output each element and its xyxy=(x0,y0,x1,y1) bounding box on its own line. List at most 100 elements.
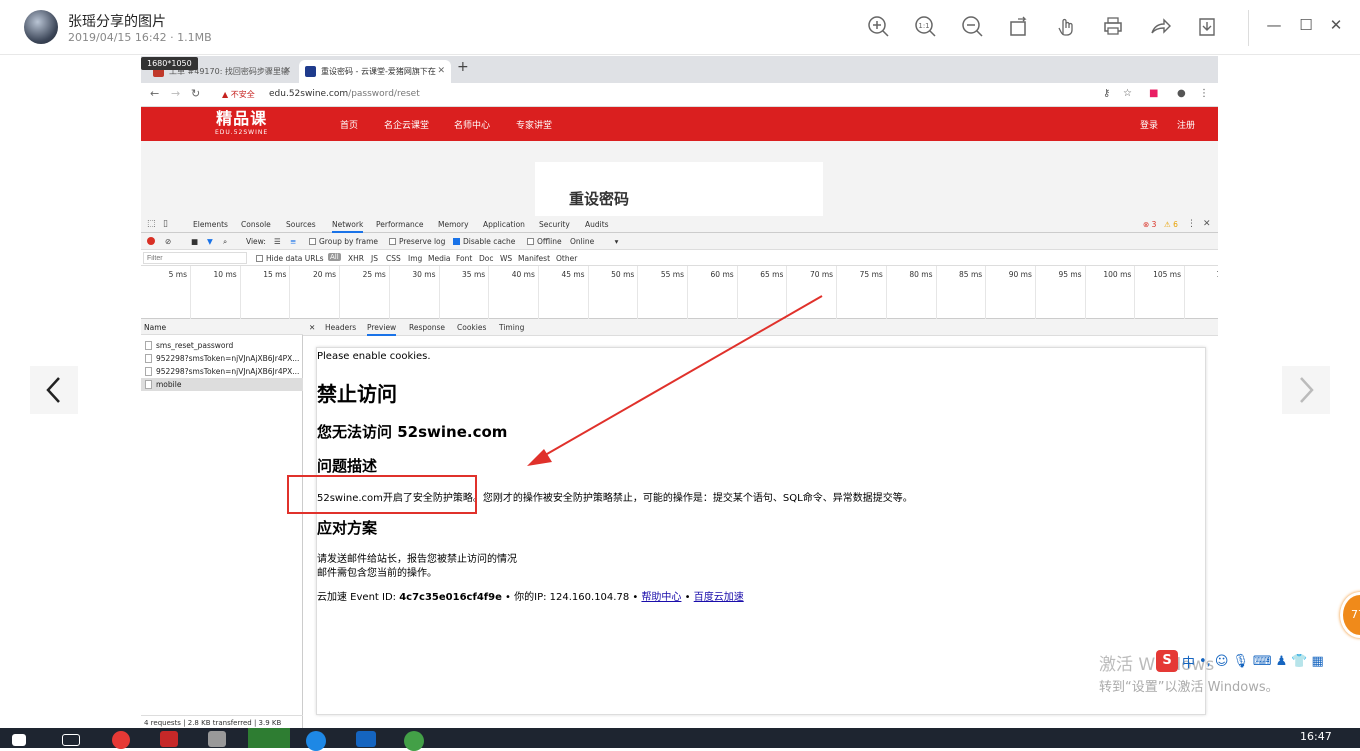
tab-timing[interactable]: Timing xyxy=(499,323,524,332)
site-nav-experts[interactable]: 专家讲堂 xyxy=(516,118,552,131)
minimize-button[interactable]: — xyxy=(1264,16,1284,34)
filter-type-img[interactable]: Img xyxy=(408,254,422,263)
filter-type-xhr[interactable]: XHR xyxy=(348,254,364,263)
zoom-in-icon[interactable] xyxy=(866,14,890,38)
app-icon[interactable] xyxy=(356,731,376,747)
request-row[interactable]: 952298?smsToken=njVJnAjXB6Jr4PX... xyxy=(141,352,303,365)
filter-type-js[interactable]: JS xyxy=(371,254,378,263)
previous-image-button[interactable] xyxy=(30,366,78,414)
maximize-button[interactable]: ☐ xyxy=(1296,16,1316,34)
devtools-close-icon[interactable]: ✕ xyxy=(1203,219,1211,229)
app-icon[interactable] xyxy=(306,731,326,751)
filter-type-manifest[interactable]: Manifest xyxy=(518,254,550,263)
actual-size-icon[interactable]: 1:1 xyxy=(913,14,937,38)
tab-elements[interactable]: Elements xyxy=(193,220,228,229)
app-icon[interactable] xyxy=(160,731,178,747)
tab-performance[interactable]: Performance xyxy=(376,220,424,229)
close-button[interactable]: ✕ xyxy=(1326,16,1346,34)
warning-count[interactable]: ⚠ 6 xyxy=(1164,220,1178,229)
filter-type-ws[interactable]: WS xyxy=(500,254,512,263)
request-row[interactable]: 952298?smsToken=njVJnAjXB6Jr4PX... xyxy=(141,365,303,378)
disable-cache-checkbox[interactable]: Disable cache xyxy=(453,237,515,246)
chrome-icon[interactable] xyxy=(112,731,130,749)
site-nav-home[interactable]: 首页 xyxy=(340,118,358,131)
tab-close-icon[interactable]: ✕ xyxy=(437,60,445,83)
help-center-link[interactable]: 帮助中心 xyxy=(641,592,681,603)
error-count[interactable]: ⊗ 3 xyxy=(1143,220,1156,229)
ime-lang[interactable]: 中 xyxy=(1182,652,1195,671)
filter-type-font[interactable]: Font xyxy=(456,254,472,263)
bookmark-star-icon[interactable]: ☆ xyxy=(1123,88,1132,99)
tab-memory[interactable]: Memory xyxy=(438,220,469,229)
task-view-icon[interactable] xyxy=(62,734,80,746)
request-row-selected[interactable]: mobile xyxy=(141,378,303,391)
device-toggle-icon[interactable]: ▯ xyxy=(163,219,168,229)
offline-checkbox[interactable]: Offline xyxy=(527,237,562,246)
rotate-icon[interactable] xyxy=(1007,14,1031,38)
site-nav-companies[interactable]: 名企云课堂 xyxy=(384,118,429,131)
preserve-log-checkbox[interactable]: Preserve log xyxy=(389,237,445,246)
share-icon[interactable] xyxy=(1148,14,1172,38)
tab-audits[interactable]: Audits xyxy=(585,220,609,229)
group-by-frame-checkbox[interactable]: Group by frame xyxy=(309,237,378,246)
devtools-menu-icon[interactable]: ⋮ xyxy=(1187,219,1196,229)
filter-type-css[interactable]: CSS xyxy=(386,254,401,263)
microphone-icon[interactable]: 🎙 xyxy=(1232,654,1249,669)
name-column-header[interactable]: Name xyxy=(141,319,303,335)
tab-headers[interactable]: Headers xyxy=(325,323,356,332)
menu-icon[interactable]: ⋮ xyxy=(1199,88,1209,99)
reload-icon[interactable]: ↻ xyxy=(191,87,200,100)
forward-icon[interactable]: → xyxy=(171,87,180,100)
search-icon[interactable]: ⌕ xyxy=(223,237,227,247)
filter-type-other[interactable]: Other xyxy=(556,254,577,263)
close-detail-icon[interactable]: ✕ xyxy=(309,323,315,332)
emoji-icon[interactable]: ☺ xyxy=(1215,654,1229,669)
tab-network[interactable]: Network xyxy=(332,220,364,233)
profile-icon[interactable]: ● xyxy=(1177,88,1186,99)
tab-preview[interactable]: Preview xyxy=(367,323,397,336)
wechat-icon[interactable] xyxy=(248,728,290,748)
filter-type-all[interactable]: All xyxy=(328,253,341,261)
skin-icon[interactable]: 👕 xyxy=(1291,654,1307,669)
print-icon[interactable] xyxy=(1101,14,1125,38)
tab-application[interactable]: Application xyxy=(483,220,525,229)
floating-badge[interactable]: 77 xyxy=(1340,592,1360,638)
tab-cookies[interactable]: Cookies xyxy=(457,323,486,332)
start-icon[interactable] xyxy=(12,734,26,746)
tab-console[interactable]: Console xyxy=(241,220,271,229)
zoom-out-icon[interactable] xyxy=(960,14,984,38)
site-logo[interactable]: 精品课 EDU.52SWINE xyxy=(215,109,268,137)
avatar[interactable] xyxy=(24,10,58,44)
waterfall-icon[interactable]: ≡ xyxy=(290,237,296,246)
clear-icon[interactable]: ⊘ xyxy=(165,237,171,246)
baidu-cloud-link[interactable]: 百度云加速 xyxy=(694,592,744,603)
browser-tab-2[interactable]: 重设密码 - 云课堂-爱猪网旗下在 ✕ xyxy=(299,60,451,83)
login-link[interactable]: 登录 xyxy=(1140,118,1158,131)
app-icon[interactable] xyxy=(404,731,424,751)
user-icon[interactable]: ♟ xyxy=(1276,654,1288,669)
not-secure-badge[interactable]: ▲ 不安全 xyxy=(222,89,255,100)
tab-close-icon[interactable]: ✕ xyxy=(283,60,291,83)
next-image-button[interactable] xyxy=(1282,366,1330,414)
key-icon[interactable]: ⚷ xyxy=(1103,88,1110,99)
punctuation-icon[interactable]: •, xyxy=(1199,654,1211,669)
back-icon[interactable]: ← xyxy=(150,87,159,100)
screenshot-icon[interactable]: ■ xyxy=(191,237,198,246)
filter-type-doc[interactable]: Doc xyxy=(479,254,494,263)
sogou-icon[interactable]: S xyxy=(1156,650,1178,672)
request-row[interactable]: sms_reset_password xyxy=(141,339,303,352)
grid-icon[interactable]: ▦ xyxy=(1312,654,1324,669)
download-icon[interactable] xyxy=(1195,14,1219,38)
hand-icon[interactable] xyxy=(1054,14,1078,38)
register-link[interactable]: 注册 xyxy=(1177,118,1195,131)
tab-response[interactable]: Response xyxy=(409,323,445,332)
hide-data-urls-checkbox[interactable]: Hide data URLs xyxy=(256,254,324,263)
keyboard-icon[interactable]: ⌨ xyxy=(1253,654,1272,669)
large-rows-icon[interactable]: ☰ xyxy=(274,237,281,246)
tab-security[interactable]: Security xyxy=(539,220,570,229)
filter-input[interactable] xyxy=(143,252,247,264)
url-field[interactable]: edu.52swine.com/password/reset xyxy=(269,89,420,99)
filter-type-media[interactable]: Media xyxy=(428,254,451,263)
record-icon[interactable] xyxy=(147,237,155,245)
inspect-icon[interactable]: ⬚ xyxy=(147,219,156,229)
